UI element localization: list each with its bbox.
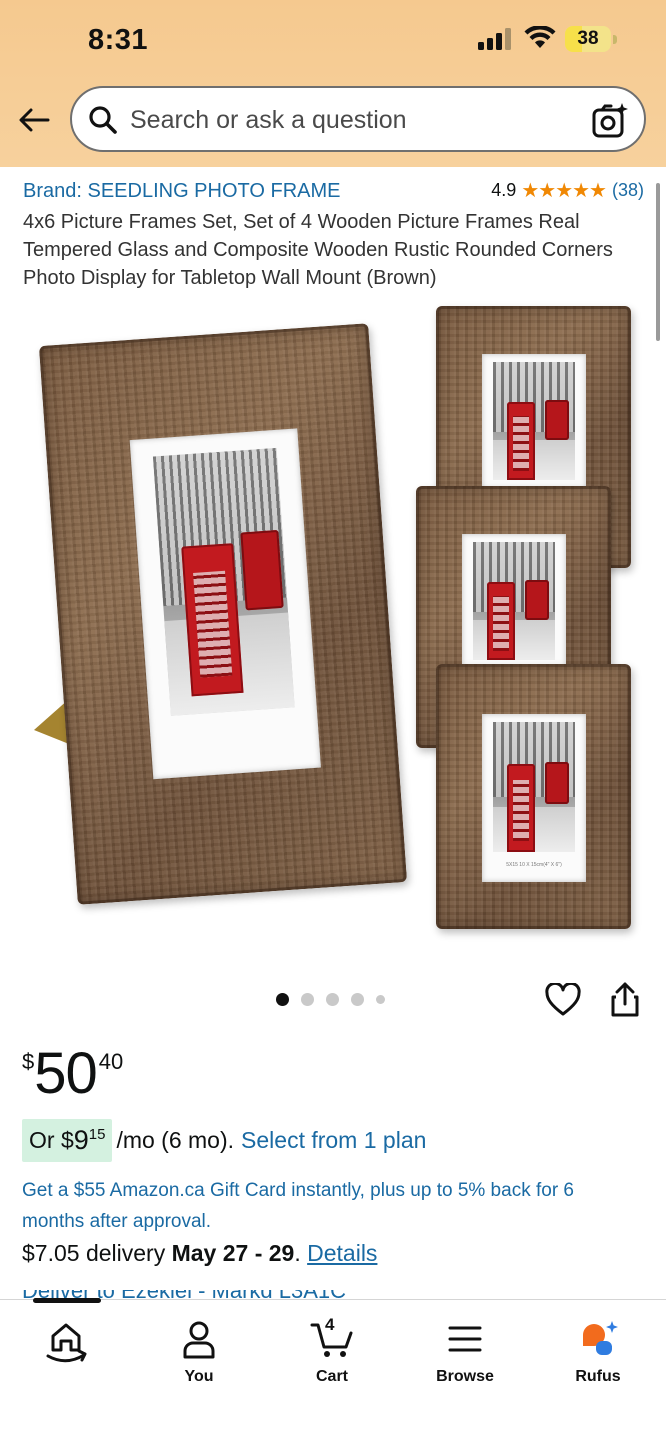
carousel-dot[interactable]	[376, 995, 385, 1004]
rufus-icon	[583, 1321, 618, 1355]
nav-cart[interactable]: 4 Cart	[277, 1300, 387, 1400]
top-header: 8:31 38	[0, 0, 666, 167]
monthly-term: /mo (6 mo).	[116, 1127, 235, 1153]
price-fraction: 40	[98, 1049, 124, 1074]
share-icon[interactable]	[609, 982, 641, 1018]
select-plan-link[interactable]: Select from 1 plan	[241, 1127, 426, 1154]
carousel-dot[interactable]	[351, 993, 364, 1006]
camera-search-icon[interactable]	[590, 101, 630, 141]
monthly-payment: Or $9 15 /mo (6 mo). Select from 1 plan	[22, 1119, 426, 1162]
carousel-dot[interactable]	[301, 993, 314, 1006]
battery-icon: 38	[565, 26, 617, 52]
brand-link[interactable]: Brand: SEEDLING PHOTO FRAME	[23, 180, 341, 203]
carousel-dot[interactable]	[326, 993, 339, 1006]
gift-card-offer[interactable]: Get a $55 Amazon.ca Gift Card instantly,…	[22, 1175, 622, 1237]
product-title: 4x6 Picture Frames Set, Set of 4 Wooden …	[23, 211, 613, 289]
battery-percent: 38	[577, 28, 599, 49]
wifi-icon	[524, 26, 556, 48]
star-rating-icon: ★★★★★	[521, 180, 607, 202]
price-whole: 50	[34, 1041, 98, 1106]
bottom-navigation: You 4 Cart Browse Rufus	[0, 1298, 666, 1440]
rating-value: 4.9	[491, 180, 517, 200]
delivery-cost: $7.05 delivery	[22, 1240, 166, 1266]
small-frame-bottom: 5X15 10 X 15cm(4" X 6")	[436, 664, 631, 929]
heart-icon[interactable]	[545, 983, 581, 1017]
price-symbol: $	[22, 1049, 35, 1074]
image-carousel-dots[interactable]	[276, 993, 385, 1006]
back-arrow-icon	[19, 108, 50, 132]
home-icon	[46, 1323, 87, 1363]
nav-you[interactable]: You	[144, 1300, 254, 1400]
rating-summary[interactable]: 4.9 ★★★★★ (38)	[491, 178, 644, 203]
delivery-dates: May 27 - 29	[171, 1240, 295, 1266]
product-image[interactable]: 5X15 10 X 15cm(4" X 6")	[0, 296, 666, 960]
nav-browse[interactable]: Browse	[410, 1300, 520, 1400]
delivery-info: $7.05 delivery May 27 - 29. Details	[22, 1240, 378, 1266]
back-button[interactable]	[14, 100, 54, 140]
monthly-price-badge: Or $9 15	[22, 1119, 113, 1162]
status-time: 8:31	[88, 24, 149, 56]
frame-size-caption: 5X15 10 X 15cm(4" X 6")	[506, 862, 562, 868]
carousel-dot[interactable]	[276, 993, 289, 1006]
search-input[interactable]	[130, 100, 570, 140]
nav-home[interactable]	[11, 1300, 121, 1400]
price: $ 50 40	[22, 1043, 123, 1105]
signal-icon	[478, 28, 511, 50]
cart-count-badge: 4	[325, 1315, 335, 1334]
person-icon	[183, 1321, 215, 1359]
nav-rufus[interactable]: Rufus	[543, 1300, 653, 1400]
search-bar[interactable]	[70, 86, 646, 152]
rating-count[interactable]: (38)	[612, 180, 644, 201]
main-frame	[38, 323, 408, 905]
search-icon	[89, 106, 117, 134]
delivery-details-link[interactable]: Details	[307, 1240, 377, 1266]
menu-icon	[448, 1326, 482, 1352]
